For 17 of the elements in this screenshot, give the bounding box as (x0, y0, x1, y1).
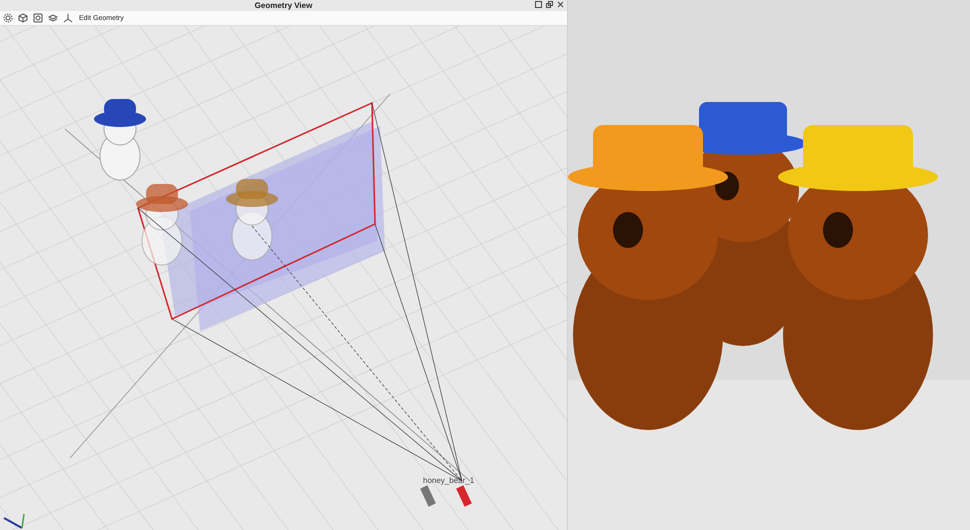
axes-icon (62, 13, 72, 23)
axis-gizmo-icon (4, 514, 25, 529)
settings-icon (2, 13, 12, 23)
toolbar-button[interactable] (62, 12, 73, 24)
frame-icon (32, 13, 42, 23)
toolbar-button[interactable] (17, 12, 28, 24)
toolbar-button[interactable] (32, 12, 43, 24)
cube-icon (18, 13, 28, 23)
toolbar-button[interactable] (2, 12, 13, 24)
camera-icon (420, 485, 436, 507)
camera-label: honey_bear_1 (423, 476, 474, 485)
close-icon[interactable] (557, 1, 564, 8)
restore-icon[interactable] (535, 1, 542, 8)
window-title: Geometry View (254, 0, 312, 11)
layers-icon (48, 13, 58, 23)
popout-icon[interactable] (546, 1, 553, 8)
toolbar-button[interactable] (47, 12, 58, 24)
